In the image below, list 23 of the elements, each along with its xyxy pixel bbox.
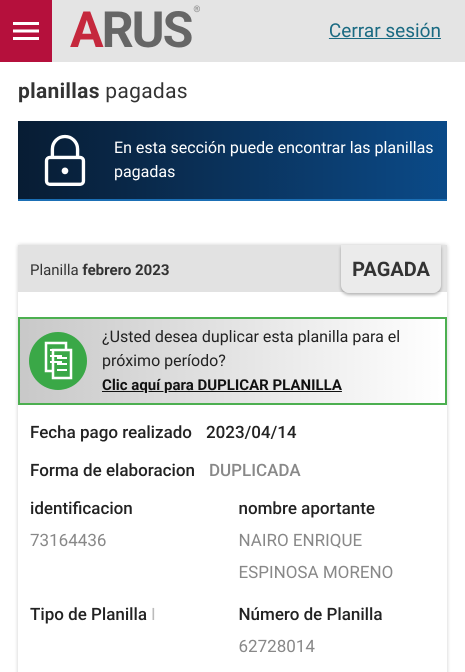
field-label: Forma de elaboracion [30,460,195,482]
banner-text: En esta sección puede encontrar las planillas pagadas [114,136,435,182]
field-label: Tipo de Planilla [30,604,147,626]
field-label: nombre aportante [238,498,376,520]
duplicate-question: ¿Usted desea duplicar esta planilla para el próximo período? [102,326,402,372]
duplicate-link[interactable]: Clic aquí para DUPLICAR PLANILLA [102,376,342,394]
field-label: Número de Planilla [238,604,384,626]
page-title: planillas pagadas [18,79,189,106]
field-label: Fecha pago realizado [30,422,192,444]
field-value: I [151,604,156,626]
field-value: DUPLICADA [208,460,301,482]
field-value: NAIRO ENRIQUE ESPINOSA MORENO [238,530,394,584]
field-label: identificacion [30,498,134,520]
logout-link[interactable]: Cerrar sesión [328,16,441,46]
documents-icon [28,330,88,390]
menu-button[interactable] [0,0,52,62]
field-value: 62728014 [238,636,316,658]
logo: ARUS® [70,6,198,56]
status-tag: PAGADA [341,244,441,292]
card-title: Planilla febrero 2023 [30,260,170,280]
field-value: 2023/04/14 [206,422,297,444]
field-value: 73164436 [30,530,108,552]
menu-icon [13,21,39,41]
